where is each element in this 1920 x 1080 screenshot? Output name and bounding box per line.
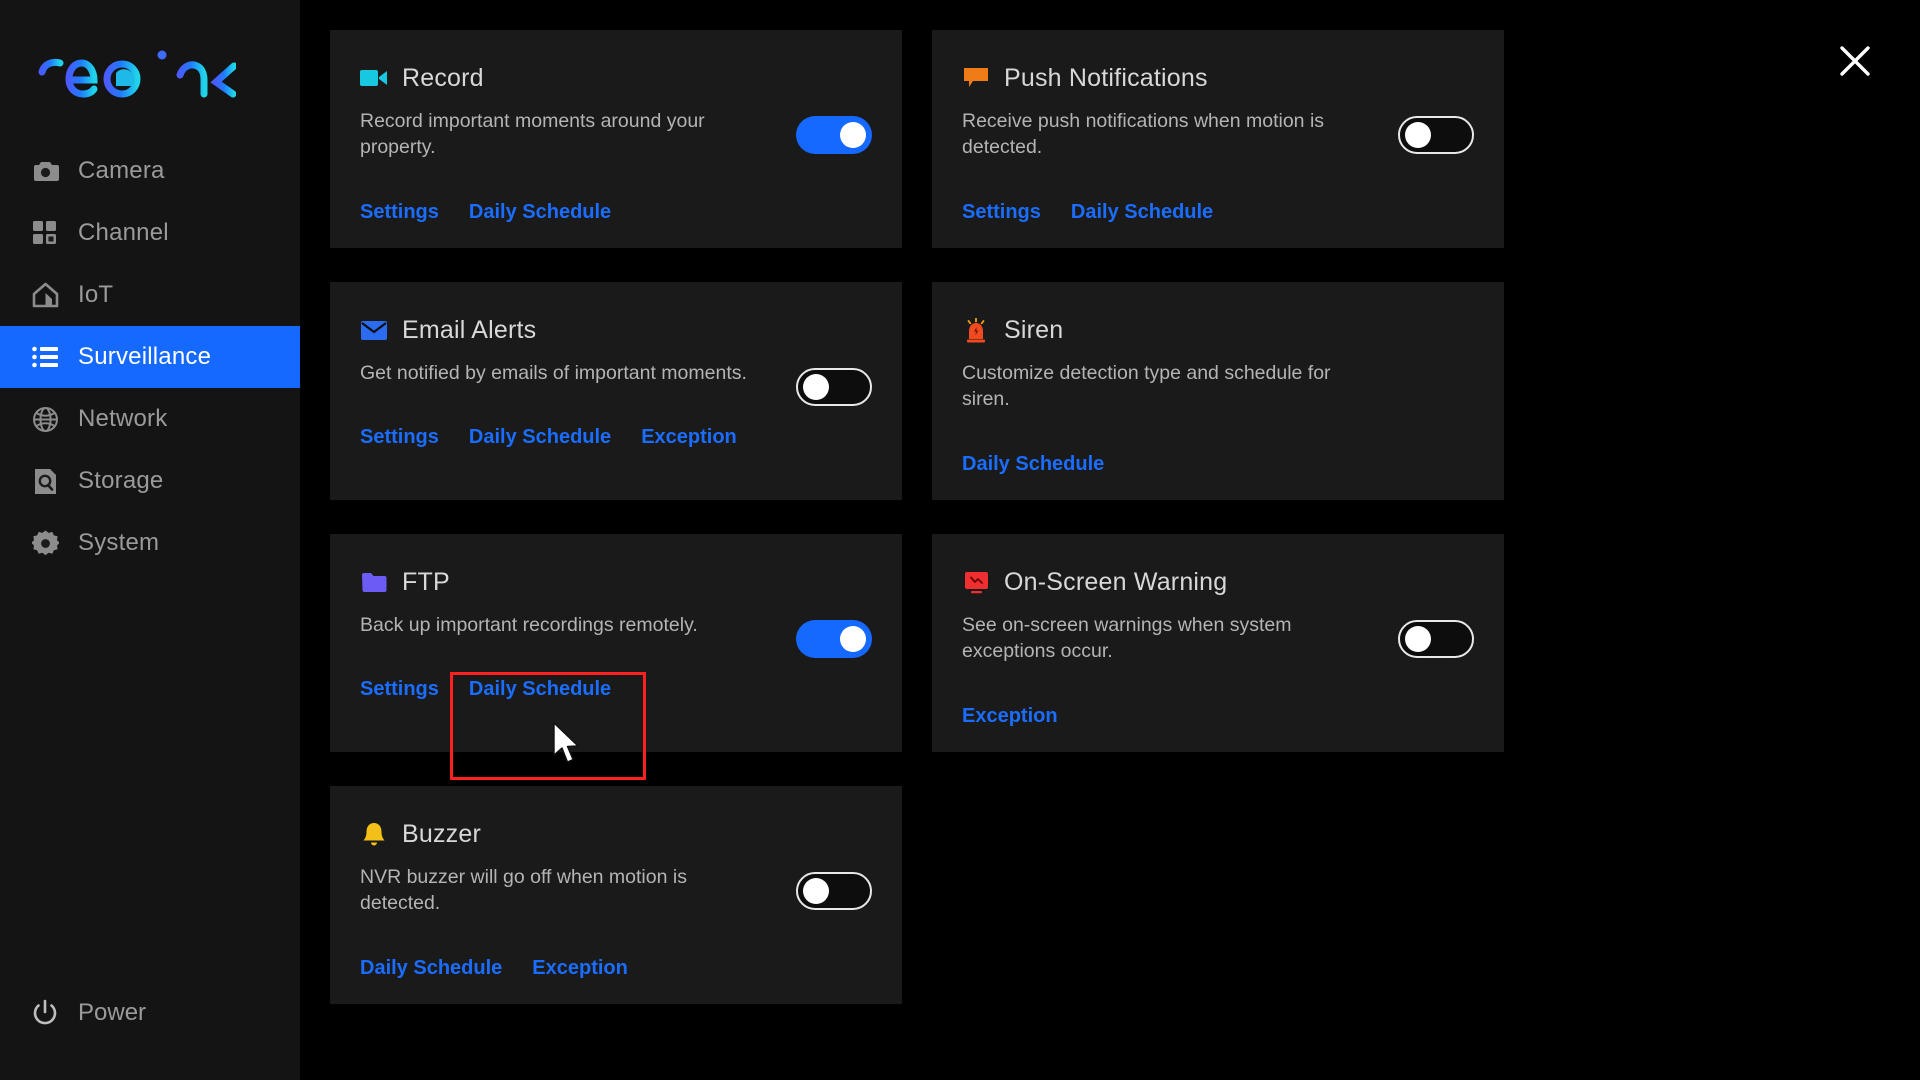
card-header: Push Notifications <box>962 58 1474 98</box>
card-links: Settings Daily Schedule Exception <box>360 426 872 449</box>
power-icon <box>30 998 60 1028</box>
card-header: Record <box>360 58 872 98</box>
card-title: Record <box>402 63 484 92</box>
sidebar-item-label: Surveillance <box>78 343 212 370</box>
video-camera-icon <box>360 64 388 92</box>
link-daily-schedule[interactable]: Daily Schedule <box>469 426 611 449</box>
link-settings[interactable]: Settings <box>360 678 439 701</box>
card-description: NVR buzzer will go off when motion is de… <box>360 866 687 915</box>
card-header: Siren <box>962 310 1474 350</box>
home-icon <box>30 280 60 310</box>
card-description: See on-screen warnings when system excep… <box>962 614 1292 663</box>
sidebar-item-label: System <box>78 529 160 556</box>
cards-column-left: Record Record important moments around y… <box>330 30 902 1038</box>
link-exception[interactable]: Exception <box>641 426 737 449</box>
card-title: Push Notifications <box>1004 63 1208 92</box>
email-alerts-toggle[interactable] <box>796 368 872 406</box>
toggle-knob <box>803 878 829 904</box>
sidebar-item-label: Storage <box>78 467 164 494</box>
card-ftp[interactable]: FTP Back up important recordings remotel… <box>330 534 902 752</box>
push-notifications-toggle[interactable] <box>1398 116 1474 154</box>
link-settings[interactable]: Settings <box>962 201 1041 224</box>
card-header: Email Alerts <box>360 310 872 350</box>
card-links: Settings Daily Schedule <box>360 678 872 701</box>
list-icon <box>30 342 60 372</box>
toggle-knob <box>840 122 866 148</box>
sidebar-item-surveillance[interactable]: Surveillance <box>0 326 300 388</box>
camera-icon <box>30 156 60 186</box>
record-toggle[interactable] <box>796 116 872 154</box>
globe-icon <box>30 404 60 434</box>
cards-column-right: Push Notifications Receive push notifica… <box>932 30 1504 786</box>
surveillance-settings-screen: Camera Channel IoT Surveillance Network … <box>0 0 1920 1080</box>
link-settings[interactable]: Settings <box>360 426 439 449</box>
card-title: Buzzer <box>402 819 482 848</box>
card-description: Get notified by emails of important mome… <box>360 362 747 384</box>
sidebar-item-iot[interactable]: IoT <box>0 264 300 326</box>
sidebar-item-label: Camera <box>78 157 165 184</box>
buzzer-toggle[interactable] <box>796 872 872 910</box>
toggle-knob <box>1405 626 1431 652</box>
card-header: Buzzer <box>360 814 872 854</box>
link-daily-schedule[interactable]: Daily Schedule <box>469 678 611 701</box>
card-links: Settings Daily Schedule <box>360 201 872 224</box>
card-title: FTP <box>402 567 450 596</box>
hard-drive-icon <box>30 466 60 496</box>
sidebar-item-label: Channel <box>78 219 169 246</box>
link-daily-schedule[interactable]: Daily Schedule <box>360 957 502 980</box>
card-title: Email Alerts <box>402 315 537 344</box>
link-exception[interactable]: Exception <box>532 957 628 980</box>
sidebar: Camera Channel IoT Surveillance Network … <box>0 0 300 1080</box>
link-daily-schedule[interactable]: Daily Schedule <box>469 201 611 224</box>
link-settings[interactable]: Settings <box>360 201 439 224</box>
siren-icon <box>962 316 990 344</box>
bell-icon <box>360 820 388 848</box>
card-description: Customize detection type and schedule fo… <box>962 362 1331 411</box>
sidebar-item-system[interactable]: System <box>0 512 300 574</box>
sidebar-item-channel[interactable]: Channel <box>0 202 300 264</box>
card-header: On-Screen Warning <box>962 562 1474 602</box>
card-header: FTP <box>360 562 872 602</box>
monitor-warning-icon <box>962 568 990 596</box>
speech-bubble-icon <box>962 64 990 92</box>
power-button[interactable]: Power <box>0 988 146 1038</box>
sidebar-item-storage[interactable]: Storage <box>0 450 300 512</box>
reolink-logo <box>36 42 238 100</box>
grid-icon <box>30 218 60 248</box>
close-button[interactable] <box>1832 40 1878 86</box>
card-links: Settings Daily Schedule <box>962 201 1474 224</box>
gear-icon <box>30 528 60 558</box>
card-description: Record important moments around your pro… <box>360 110 705 159</box>
envelope-icon <box>360 316 388 344</box>
card-description: Back up important recordings remotely. <box>360 614 698 636</box>
card-on-screen-warning[interactable]: On-Screen Warning See on-screen warnings… <box>932 534 1504 752</box>
ftp-toggle[interactable] <box>796 620 872 658</box>
link-daily-schedule[interactable]: Daily Schedule <box>1071 201 1213 224</box>
card-title: On-Screen Warning <box>1004 567 1228 596</box>
sidebar-item-label: IoT <box>78 281 114 308</box>
sidebar-nav: Camera Channel IoT Surveillance Network … <box>0 140 300 574</box>
close-icon <box>1838 44 1872 83</box>
card-description: Receive push notifications when motion i… <box>962 110 1325 159</box>
card-buzzer[interactable]: Buzzer NVR buzzer will go off when motio… <box>330 786 902 1004</box>
card-record[interactable]: Record Record important moments around y… <box>330 30 902 248</box>
sidebar-item-network[interactable]: Network <box>0 388 300 450</box>
card-links: Daily Schedule <box>962 453 1474 476</box>
card-title: Siren <box>1004 315 1064 344</box>
toggle-knob <box>1405 122 1431 148</box>
card-links: Exception <box>962 705 1474 728</box>
folder-icon <box>360 568 388 596</box>
card-email-alerts[interactable]: Email Alerts Get notified by emails of i… <box>330 282 902 500</box>
card-siren[interactable]: Siren Customize detection type and sched… <box>932 282 1504 500</box>
link-exception[interactable]: Exception <box>962 705 1058 728</box>
power-label: Power <box>78 999 147 1026</box>
card-push-notifications[interactable]: Push Notifications Receive push notifica… <box>932 30 1504 248</box>
sidebar-item-label: Network <box>78 405 168 432</box>
toggle-knob <box>840 626 866 652</box>
sidebar-item-camera[interactable]: Camera <box>0 140 300 202</box>
link-daily-schedule[interactable]: Daily Schedule <box>962 453 1104 476</box>
on-screen-warning-toggle[interactable] <box>1398 620 1474 658</box>
card-links: Daily Schedule Exception <box>360 957 872 980</box>
toggle-knob <box>803 374 829 400</box>
